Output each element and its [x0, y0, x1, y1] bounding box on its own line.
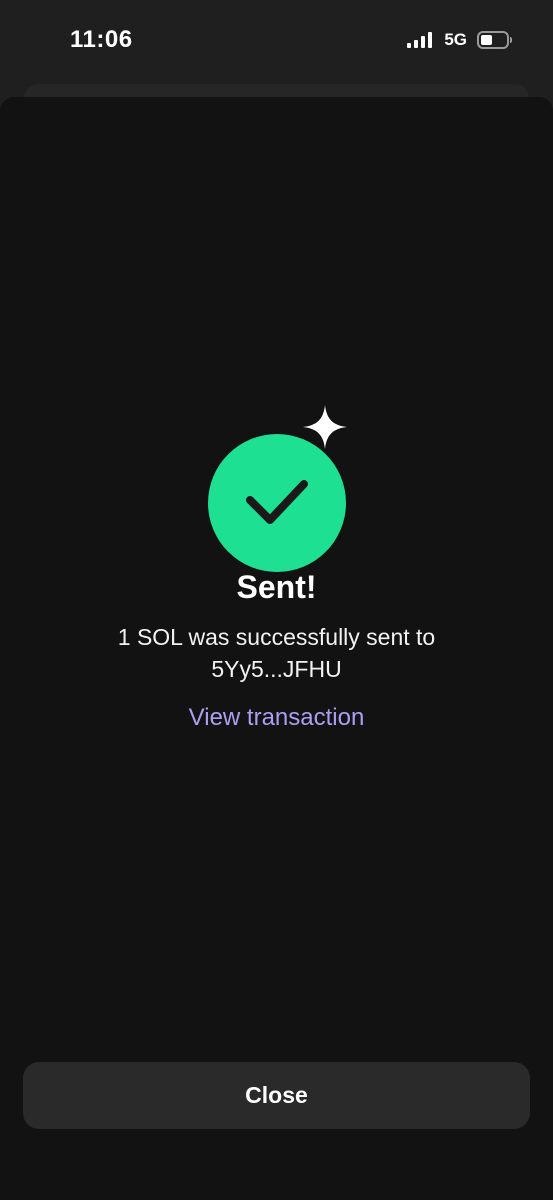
battery-icon	[477, 31, 512, 49]
success-sheet: Sent! 1 SOL was successfully sent to 5Yy…	[0, 97, 553, 1200]
signal-strength-icon	[407, 32, 433, 48]
recipient-address: 5Yy5...JFHU	[211, 656, 342, 682]
success-message: 1 SOL was successfully sent to 5Yy5...JF…	[60, 621, 493, 685]
screen: 11:06 5G Sent! 1 SOL was successfully se…	[0, 0, 553, 1200]
view-transaction-link[interactable]: View transaction	[0, 704, 553, 732]
battery-level-fill	[481, 35, 492, 45]
status-bar: 11:06 5G	[0, 0, 553, 84]
message-line-1: 1 SOL was successfully sent to	[117, 624, 436, 650]
status-indicators: 5G	[407, 30, 512, 50]
success-check-icon	[208, 434, 346, 572]
close-button[interactable]: Close	[23, 1062, 530, 1129]
sparkle-icon	[303, 405, 347, 449]
success-title: Sent!	[236, 569, 317, 605]
status-time: 11:06	[70, 26, 133, 53]
network-type: 5G	[444, 30, 467, 49]
